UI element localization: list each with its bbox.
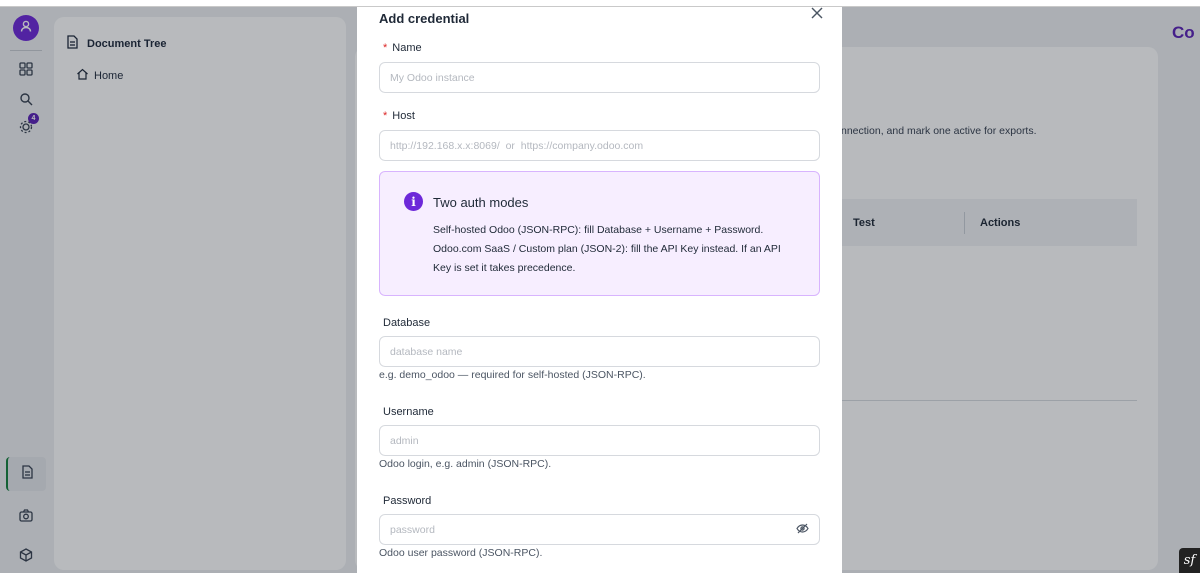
modal-title: Add credential	[379, 11, 470, 26]
required-indicator: *	[383, 42, 388, 54]
toggle-password-visibility[interactable]	[795, 521, 809, 539]
info-title: Two auth modes	[433, 195, 529, 210]
browser-top-strip	[0, 0, 1200, 7]
host-input[interactable]	[379, 130, 820, 161]
required-indicator: *	[383, 110, 388, 122]
close-icon	[811, 7, 823, 24]
name-label: * Name	[383, 42, 422, 54]
username-hint: Odoo login, e.g. admin (JSON-RPC).	[379, 458, 552, 470]
name-input[interactable]	[379, 62, 820, 93]
add-credential-modal: Add credential *Name *Host i Two auth mo…	[357, 7, 842, 573]
eye-off-icon	[795, 521, 809, 539]
symfony-icon: sf	[1183, 553, 1196, 568]
auth-modes-info-box: i Two auth modes Self-hosted Odoo (JSON-…	[379, 171, 820, 296]
host-label: * Host	[383, 110, 415, 122]
database-input[interactable]	[379, 336, 820, 367]
password-input[interactable]	[379, 514, 820, 545]
database-label: Database	[383, 317, 431, 329]
username-input[interactable]	[379, 425, 820, 456]
password-hint: Odoo user password (JSON-RPC).	[379, 547, 543, 559]
password-label: Password	[383, 495, 432, 507]
database-hint: e.g. demo_odoo — required for self-hoste…	[379, 369, 646, 381]
info-body: Self-hosted Odoo (JSON-RPC): fill Databa…	[433, 221, 798, 278]
debug-toolbar-icon[interactable]: sf	[1179, 548, 1200, 573]
info-line-self-hosted: Self-hosted Odoo (JSON-RPC): fill Databa…	[433, 224, 764, 236]
close-button[interactable]	[807, 7, 827, 23]
info-line-saas: Odoo.com SaaS / Custom plan (JSON-2): fi…	[433, 243, 781, 274]
username-label: Username	[383, 406, 434, 418]
info-icon: i	[404, 192, 423, 211]
